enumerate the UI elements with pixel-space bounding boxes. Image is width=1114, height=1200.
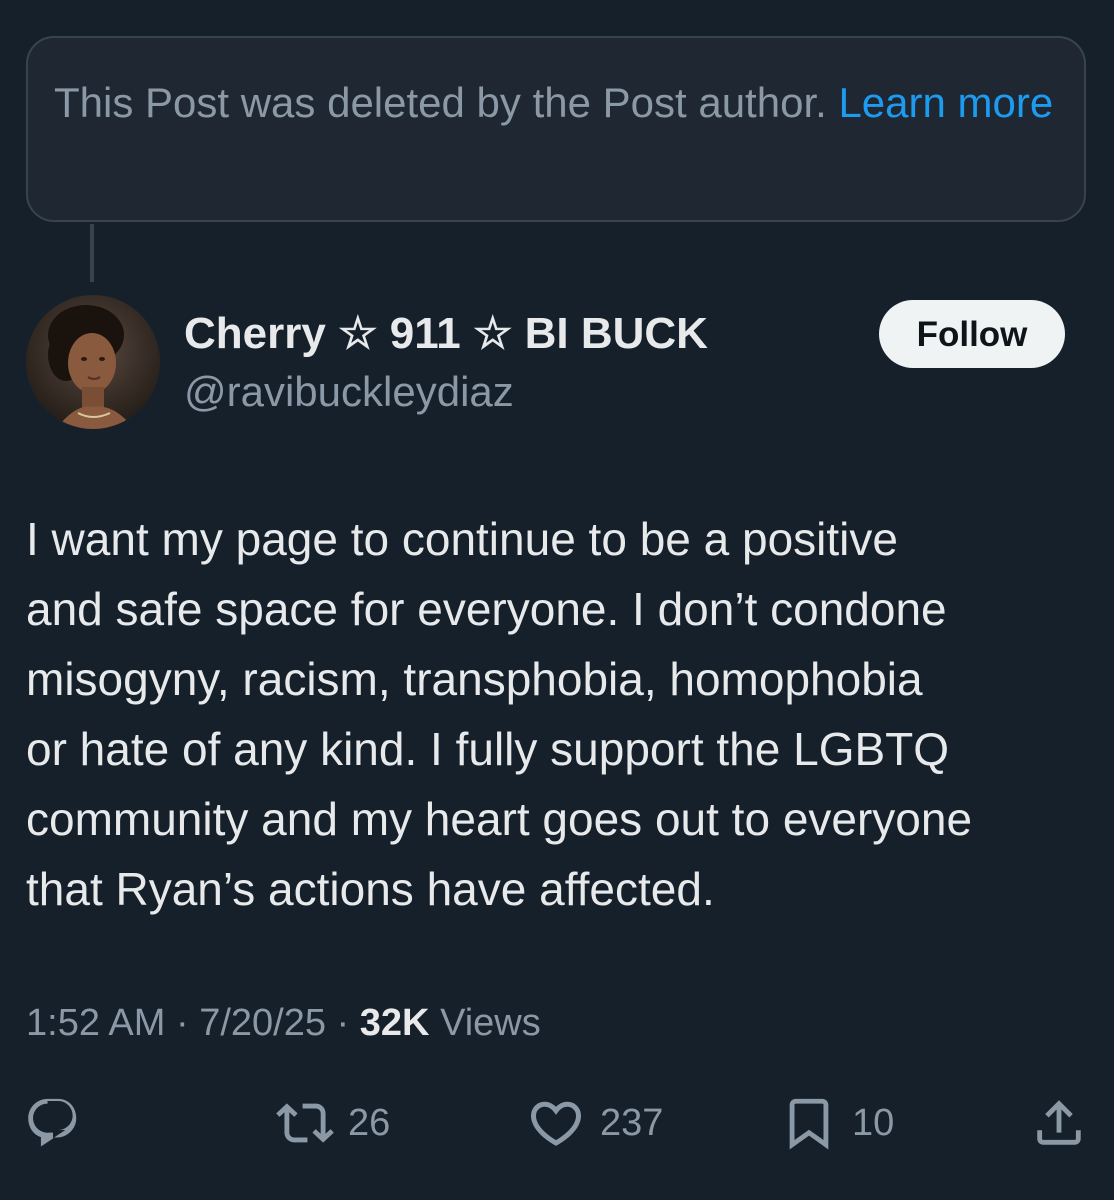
post-text-line: and safe space for everyone. I don’t con… [26, 583, 947, 635]
reply-icon [28, 1098, 77, 1147]
post-meta: 1:52 AM · 7/20/25 · 32K Views [26, 996, 541, 1050]
author-display-name[interactable]: Cherry ☆ 911 ☆ BI BUCK [184, 306, 708, 362]
reply-button[interactable] [24, 1088, 82, 1158]
post-text-line: that Ryan’s actions have affected. [26, 863, 715, 915]
repost-count: 26 [348, 1101, 391, 1144]
post-time[interactable]: 1:52 AM [26, 1002, 165, 1044]
post-actions-bar: 26 237 10 [0, 1088, 1114, 1158]
post-text-line: misogyny, racism, transphobia, homophobi… [26, 653, 923, 705]
share-icon [1037, 1100, 1081, 1145]
share-button[interactable] [1030, 1088, 1088, 1158]
heart-icon [530, 1101, 582, 1146]
meta-separator: · [326, 1002, 360, 1044]
bookmark-button[interactable]: 10 [780, 1088, 894, 1158]
bookmark-count: 10 [852, 1101, 895, 1144]
like-count: 237 [600, 1101, 664, 1144]
follow-button[interactable]: Follow [879, 300, 1065, 368]
repost-button[interactable]: 26 [276, 1088, 390, 1158]
thread-connector-line [90, 224, 94, 282]
post-date[interactable]: 7/20/25 [199, 1002, 326, 1044]
like-button[interactable]: 237 [526, 1088, 663, 1158]
post-text: I want my page to continue to be a posit… [26, 504, 1096, 924]
views-label: Views [440, 1002, 541, 1044]
avatar[interactable] [26, 295, 160, 429]
post-text-line: I want my page to continue to be a posit… [26, 513, 898, 565]
learn-more-link[interactable]: Learn more [838, 79, 1053, 126]
deleted-post-notice: This Post was deleted by the Post author… [26, 36, 1086, 222]
post-text-line: community and my heart goes out to every… [26, 793, 973, 845]
meta-separator: · [165, 1002, 200, 1044]
post-text-line: or hate of any kind. I fully support the… [26, 723, 950, 775]
repost-icon [276, 1103, 334, 1143]
author-handle[interactable]: @ravibuckleydiaz [184, 364, 514, 420]
deleted-post-text: This Post was deleted by the Post author… [54, 79, 827, 126]
bookmark-icon [789, 1098, 829, 1150]
avatar-photo [26, 295, 160, 429]
views-count: 32K [359, 1002, 430, 1044]
